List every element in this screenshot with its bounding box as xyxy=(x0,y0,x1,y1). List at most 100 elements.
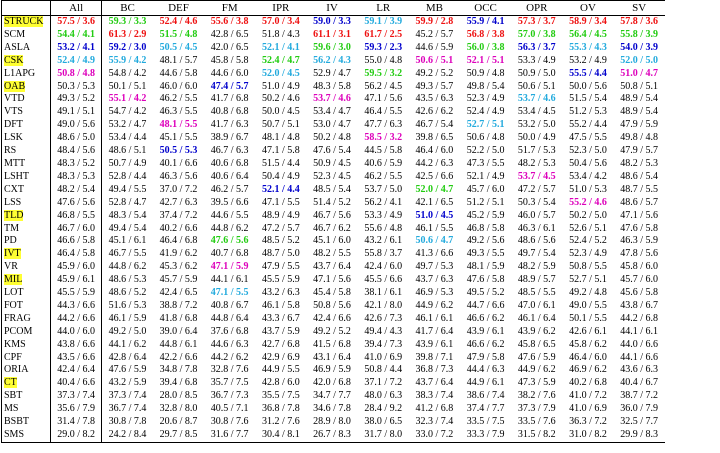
tracker-label: CSK xyxy=(4,54,24,66)
score-cell: 42.0 / 6.5 xyxy=(210,41,249,53)
score-cell: 47.0 / 6.1 xyxy=(517,299,556,311)
score-cell: 43.9 / 6.1 xyxy=(415,338,454,350)
score-cell: 59.0 / 3.3 xyxy=(313,16,351,27)
score-cell: 47.6 / 5.8 xyxy=(620,222,659,234)
score-cell: 50.1 / 5.5 xyxy=(569,312,607,324)
score-cell: 26.7 / 8.3 xyxy=(306,429,358,443)
table-row: SMS 29.0 / 8.2 24.2 / 8.4 29.7 / 8.5 31.6 / … xyxy=(1,429,665,443)
score-cell: 40.8 / 6.7 xyxy=(210,299,249,311)
score-cell: 53.3 / 4.9 xyxy=(517,54,556,66)
score-cell: 53.2 / 4.1 xyxy=(50,41,103,55)
tracker-label: LSS xyxy=(4,196,22,208)
score-cell: 52.7 / 5.1 xyxy=(466,119,505,131)
score-cell: 49.4 / 5.5 xyxy=(108,183,147,195)
tracker-label: SBT xyxy=(4,390,23,402)
score-cell: 46.9 / 5.9 xyxy=(313,364,351,376)
score-cell: 44.9 / 5.5 xyxy=(261,364,300,376)
score-cell: 52.1 / 4.4 xyxy=(261,183,300,195)
score-cell: 44.2 / 6.8 xyxy=(620,312,659,324)
score-cell: 42.1 / 8.0 xyxy=(364,299,403,311)
score-cell: 38.1 / 6.1 xyxy=(364,287,403,299)
score-cell: 46.7 / 5.5 xyxy=(108,248,147,260)
score-cell: 59.1 / 3.9 xyxy=(364,16,403,27)
tracker-label: MIL xyxy=(4,274,23,286)
tracker-name: FOT xyxy=(1,299,51,313)
results-table: All BC DEF FM IPR IV LR MB OCC OPR OV SV STRUCK 57.5… xyxy=(1,0,665,443)
tracker-label: LSHT xyxy=(4,170,29,182)
score-cell: 52.2 / 5.0 xyxy=(466,145,505,157)
score-cell: 38.6 / 7.4 xyxy=(466,390,505,402)
score-cell: 52.3 / 4.5 xyxy=(313,170,351,182)
tracker-name: DFT xyxy=(1,119,51,133)
score-cell: 36.8 / 7.8 xyxy=(261,403,300,415)
score-cell: 42.8 / 6.0 xyxy=(261,377,300,389)
tracker-name: TM xyxy=(1,222,51,236)
score-cell: 42.4 / 6.5 xyxy=(159,287,198,299)
score-cell: 44.2 / 6.6 xyxy=(50,312,103,326)
score-cell: 47.1 / 5.5 xyxy=(261,196,300,208)
score-cell: 30.8 / 7.6 xyxy=(210,416,249,428)
score-cell: 53.2 / 4.7 xyxy=(108,119,147,131)
score-cell: 47.9 / 5.8 xyxy=(466,351,505,363)
score-cell: 36.7 / 7.3 xyxy=(210,390,249,402)
tracker-name: ORIA xyxy=(1,364,51,378)
score-cell: 47.6 / 5.9 xyxy=(108,364,147,376)
score-cell: 45.8 / 6.5 xyxy=(517,338,556,350)
score-cell: 43.6 / 6.3 xyxy=(620,364,659,376)
score-cell: 55.6 / 4.8 xyxy=(364,222,403,234)
score-cell: 36.8 / 7.3 xyxy=(415,364,454,376)
tracker-name: MIL xyxy=(1,274,51,288)
score-cell: 44.1 / 6.1 xyxy=(210,274,249,286)
score-cell: 40.6 / 6.8 xyxy=(210,157,249,169)
score-cell: 59.9 / 2.8 xyxy=(415,16,454,27)
score-cell: 44.1 / 6.2 xyxy=(108,338,147,350)
score-cell: 40.1 / 6.6 xyxy=(159,157,198,169)
score-cell: 48.6 / 5.4 xyxy=(620,170,659,182)
score-cell: 49.7 / 5.3 xyxy=(415,261,454,273)
score-cell: 49.1 / 5.1 xyxy=(50,106,103,120)
score-cell: 46.7 / 6.0 xyxy=(50,222,103,236)
tracker-name: SMS xyxy=(1,429,51,443)
score-cell: 45.9 / 6.1 xyxy=(50,274,103,288)
score-cell: 46.4 / 5.8 xyxy=(50,248,103,262)
score-cell: 48.6 / 5.0 xyxy=(50,132,103,146)
score-cell: 51.0 / 4.9 xyxy=(261,80,300,92)
tracker-label: BSBT xyxy=(4,416,30,428)
score-cell: 44.6 / 6.3 xyxy=(210,338,249,350)
score-cell: 48.6 / 5.6 xyxy=(517,235,556,247)
table-row: RS 48.4 / 5.6 48.6 / 5.1 50.5 / 5.3 46.7 / 6… xyxy=(1,145,665,158)
score-cell: 56.2 / 4.1 xyxy=(364,196,403,208)
score-cell: 49.3 / 5.2 xyxy=(50,93,103,107)
table-row: VTS 49.1 / 5.1 54.7 / 4.2 46.3 / 5.5 40.8 / … xyxy=(1,106,665,120)
score-cell: 44.6 / 5.9 xyxy=(415,41,454,53)
table-row: STRUCK 57.5 / 3.6 59.3 / 3.3 52.4 / 4.6 55.6… xyxy=(1,15,665,29)
score-cell: 46.0 / 6.0 xyxy=(159,80,198,92)
score-cell: 28.9 / 8.0 xyxy=(313,416,351,428)
score-cell: 50.9 / 4.8 xyxy=(466,67,505,79)
score-cell: 51.5 / 4.4 xyxy=(261,157,300,169)
score-cell: 45.9 / 6.0 xyxy=(50,261,103,275)
score-cell: 43.8 / 6.7 xyxy=(620,299,659,311)
score-cell: 45.2 / 5.9 xyxy=(466,209,505,221)
score-cell: 41.8 / 6.8 xyxy=(159,312,198,324)
tracker-label: CPF xyxy=(4,351,22,363)
table-row: TLD 46.8 / 5.5 48.3 / 5.4 37.4 / 7.2 44.6 / … xyxy=(1,209,665,223)
table-row: FOT 44.3 / 6.6 51.6 / 5.3 38.8 / 7.2 40.8 / … xyxy=(1,299,665,313)
score-cell: 40.6 / 5.9 xyxy=(364,157,403,169)
score-cell: 46.9 / 5.3 xyxy=(415,287,454,299)
score-cell: 44.0 / 6.0 xyxy=(50,325,103,339)
score-cell: 50.6 / 5.1 xyxy=(415,54,454,66)
score-cell: 47.9 / 5.7 xyxy=(620,145,659,157)
score-cell: 47.9 / 5.9 xyxy=(620,119,659,131)
score-cell: 40.4 / 6.7 xyxy=(620,377,659,389)
score-cell: 52.6 / 5.1 xyxy=(569,222,607,234)
score-cell: 47.6 / 5.9 xyxy=(517,351,556,363)
score-cell: 31.4 / 7.8 xyxy=(50,416,103,429)
score-cell: 61.7 / 2.5 xyxy=(364,28,403,40)
score-cell: 42.0 / 6.8 xyxy=(313,377,351,389)
score-cell: 52.3 / 4.9 xyxy=(466,93,505,105)
score-cell: 36.0 / 7.9 xyxy=(620,403,659,415)
score-cell: 49.7 / 5.4 xyxy=(517,248,556,260)
column-header-bc: BC xyxy=(101,0,153,16)
table-row: ASLA 53.2 / 4.1 59.2 / 3.0 50.5 / 4.5 42.0 /… xyxy=(1,41,665,55)
